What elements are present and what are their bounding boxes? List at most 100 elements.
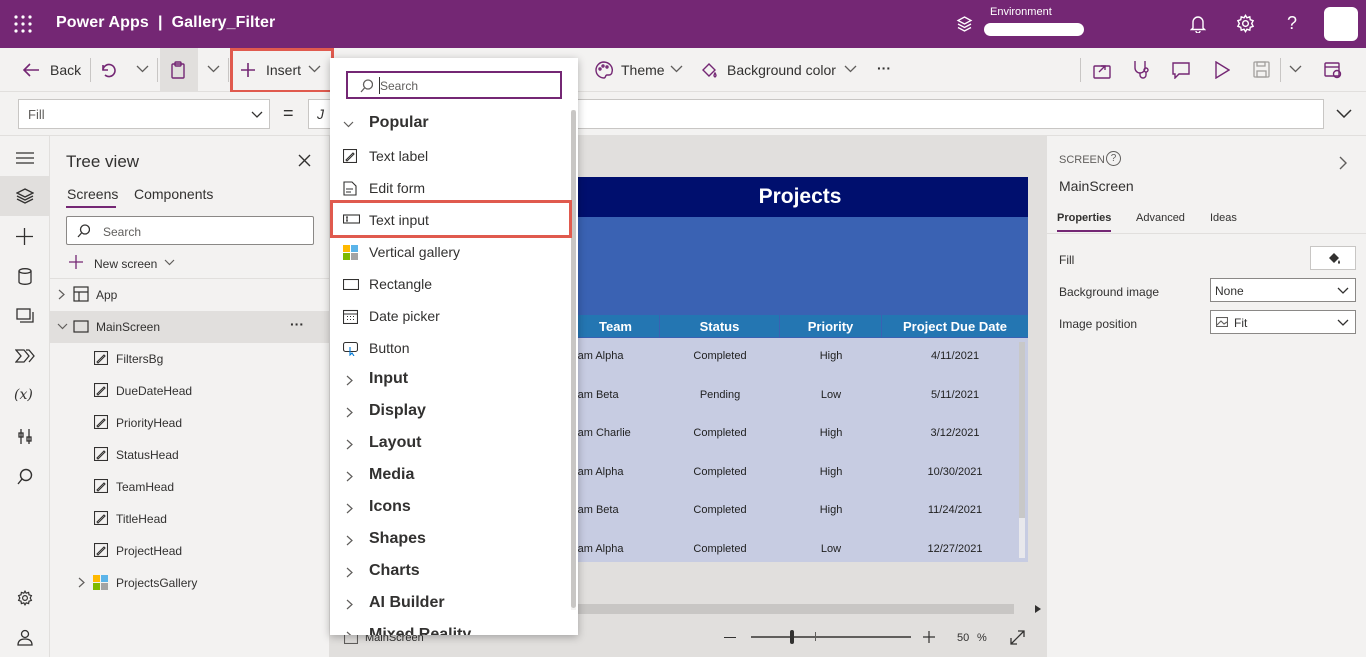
back-button[interactable]: Back [50, 62, 81, 78]
zoom-slider-thumb[interactable] [790, 630, 794, 644]
data-icon[interactable] [0, 256, 50, 296]
menu-category-ai-builder[interactable]: AI Builder [330, 588, 570, 620]
close-icon[interactable] [298, 154, 311, 167]
tree-search-input[interactable]: Search [66, 216, 314, 245]
notifications-icon[interactable] [1190, 15, 1206, 33]
comments-icon[interactable] [1172, 61, 1190, 79]
tree-item-child[interactable]: FiltersBg [50, 343, 330, 375]
tree-view-icon[interactable] [0, 176, 50, 216]
power-automate-icon[interactable] [0, 336, 50, 376]
virtual-agent-icon[interactable] [0, 617, 50, 657]
theme-chevron-down-icon[interactable] [670, 65, 683, 73]
undo-icon[interactable] [99, 61, 117, 79]
tab-properties[interactable]: Properties [1057, 212, 1111, 224]
menu-item-rectangle[interactable]: Rectangle [330, 268, 570, 300]
collapse-pane-chevron-icon[interactable] [1339, 156, 1347, 170]
scrollbar-thumb[interactable] [1019, 342, 1025, 518]
save-icon[interactable] [1253, 61, 1270, 78]
menu-category-charts[interactable]: Charts [330, 556, 570, 588]
background-image-dropdown[interactable]: None [1210, 278, 1356, 302]
zoom-in-icon[interactable] [923, 631, 935, 643]
zoom-out-icon[interactable] [724, 637, 736, 638]
tree-item-child[interactable]: PriorityHead [50, 407, 330, 439]
canvas-horizontal-scrollbar[interactable] [578, 604, 1014, 614]
expand-formula-chevron-icon[interactable] [1336, 109, 1352, 118]
menu-category-input[interactable]: Input [330, 364, 570, 396]
advanced-tools-icon[interactable] [0, 416, 50, 456]
tab-ideas[interactable]: Ideas [1210, 212, 1237, 224]
avatar[interactable] [1324, 7, 1358, 41]
tree-item-child[interactable]: DueDateHead [50, 375, 330, 407]
tab-screens[interactable]: Screens [67, 186, 118, 202]
menu-item-text-label[interactable]: Text label [330, 140, 570, 172]
insert-search-input[interactable]: Search [346, 71, 562, 99]
paste-icon[interactable] [170, 61, 186, 79]
gallery-scrollbar[interactable] [1019, 342, 1025, 558]
image-position-dropdown[interactable]: Fit [1210, 310, 1356, 334]
background-color-icon[interactable] [700, 61, 718, 79]
insert-plus-icon[interactable] [0, 216, 50, 256]
background-color-chevron-down-icon[interactable] [844, 65, 857, 73]
column-header-due-date[interactable]: Project Due Date [882, 315, 1028, 337]
tab-components[interactable]: Components [134, 186, 213, 202]
gallery-row[interactable]: Team Alpha Completed High 10/30/2021 [572, 454, 1018, 493]
fill-color-picker[interactable] [1310, 246, 1356, 270]
menu-item-vertical-gallery[interactable]: Vertical gallery [330, 236, 570, 268]
menu-category-layout[interactable]: Layout [330, 428, 570, 460]
menu-category-media[interactable]: Media [330, 460, 570, 492]
projects-gallery[interactable]: Team Alpha Completed High 4/11/2021 Team Bet… [572, 338, 1028, 562]
theme-icon[interactable] [595, 61, 613, 79]
column-header-team[interactable]: Team [572, 315, 659, 337]
hamburger-icon[interactable] [0, 138, 50, 178]
menu-category-shapes[interactable]: Shapes [330, 524, 570, 556]
menu-category-mixed-reality[interactable]: Mixed Reality [330, 620, 570, 635]
tab-advanced[interactable]: Advanced [1136, 212, 1185, 224]
tree-item-child[interactable]: TeamHead [50, 471, 330, 503]
expand-chevron-icon[interactable] [78, 577, 85, 588]
environment-selector[interactable] [984, 23, 1084, 36]
menu-category-display[interactable]: Display [330, 396, 570, 428]
tree-item-child[interactable]: StatusHead [50, 439, 330, 471]
app-launcher-icon[interactable] [14, 15, 32, 33]
menu-scrollbar[interactable] [571, 110, 576, 610]
help-icon[interactable]: ? [1287, 13, 1297, 34]
new-screen-button[interactable]: New screen [66, 252, 186, 274]
gallery-row[interactable]: Team Beta Completed High 11/24/2021 [572, 492, 1018, 531]
preview-play-icon[interactable] [1214, 61, 1230, 79]
scroll-right-arrow-icon[interactable] [1035, 605, 1041, 613]
app-screen-preview[interactable]: Projects Team Status Priority Project Du… [572, 177, 1028, 562]
share-icon[interactable] [1093, 61, 1111, 79]
undo-chevron-down-icon[interactable] [136, 65, 149, 73]
fit-to-window-icon[interactable] [1010, 630, 1025, 645]
gallery-row[interactable]: Team Charlie Completed High 3/12/2021 [572, 415, 1018, 454]
tree-item-mainscreen[interactable]: MainScreen ··· [50, 311, 330, 343]
search-icon[interactable] [0, 456, 50, 496]
gallery-row[interactable]: Team Alpha Completed Low 12/27/2021 [572, 531, 1018, 563]
tree-item-child[interactable]: ProjectHead [50, 535, 330, 567]
settings-icon[interactable] [1236, 14, 1255, 33]
tree-item-app[interactable]: App [50, 279, 330, 311]
background-color-button[interactable]: Background color [727, 62, 836, 78]
paste-chevron-down-icon[interactable] [207, 65, 220, 73]
menu-category-popular[interactable]: Popular [330, 108, 570, 140]
more-button[interactable]: ··· [877, 60, 891, 76]
environment-icon[interactable] [956, 16, 973, 32]
more-options-icon[interactable]: ··· [290, 316, 304, 332]
menu-item-button[interactable]: Button [330, 332, 570, 364]
menu-scrollbar-thumb[interactable] [571, 110, 576, 608]
screen-name[interactable]: MainScreen [1059, 178, 1134, 194]
column-header-status[interactable]: Status [660, 315, 779, 337]
tree-item-child[interactable]: TitleHead [50, 503, 330, 535]
gallery-row[interactable]: Team Beta Pending Low 5/11/2021 [572, 377, 1018, 416]
settings-gear-icon[interactable] [0, 577, 50, 617]
publish-icon[interactable] [1324, 61, 1342, 79]
property-dropdown[interactable]: Fill [18, 99, 270, 129]
theme-button[interactable]: Theme [621, 62, 665, 78]
menu-category-icons[interactable]: Icons [330, 492, 570, 524]
media-icon[interactable] [0, 296, 50, 336]
back-arrow-icon[interactable] [22, 62, 40, 78]
zoom-slider[interactable] [751, 636, 911, 638]
tree-item-child[interactable]: ProjectsGallery [50, 567, 330, 599]
variables-icon[interactable]: (x) [0, 376, 50, 416]
app-checker-icon[interactable] [1132, 60, 1150, 80]
